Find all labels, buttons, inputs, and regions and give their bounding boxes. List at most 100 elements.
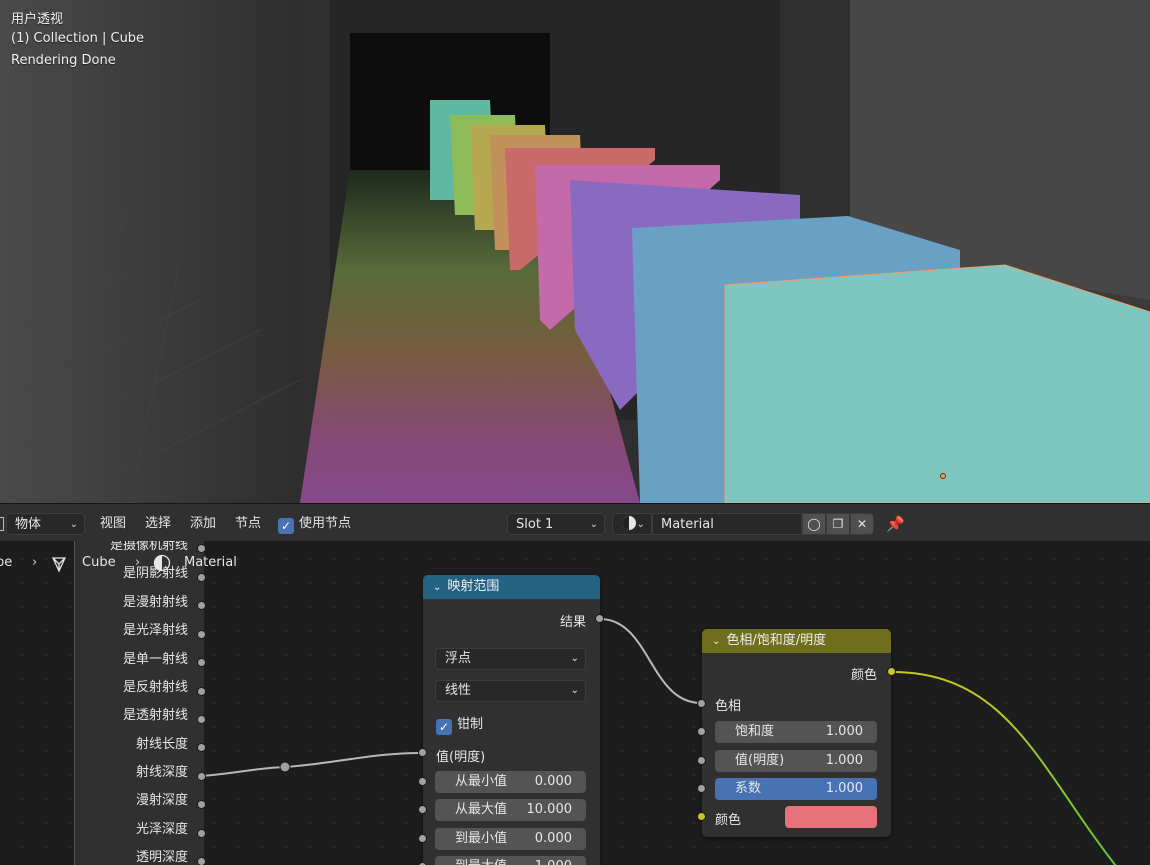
socket-transparent-depth[interactable]: [197, 857, 206, 865]
chevron-down-icon: ⌄: [570, 653, 579, 664]
collapse-chevron-icon[interactable]: ⌄: [712, 636, 720, 647]
socket-from-max-in[interactable]: [418, 805, 427, 814]
color-swatch[interactable]: [785, 806, 877, 828]
mesh-data-icon: [50, 555, 68, 577]
output-is-singular-ray: 是单一射线: [122, 652, 188, 667]
chevron-down-icon: ⌄: [570, 685, 579, 696]
link-ray-depth: [201, 766, 286, 777]
object-mode-dropdown[interactable]: 物体 ⌄: [6, 513, 85, 535]
menu-node[interactable]: 节点: [235, 513, 261, 535]
socket-saturation-in[interactable]: [697, 727, 706, 736]
menu-select[interactable]: 选择: [145, 513, 171, 535]
use-nodes-toggle[interactable]: ✓ 使用节点: [278, 513, 351, 535]
link-result-to-hue: [599, 618, 702, 704]
socket-is-diffuse-ray[interactable]: [197, 601, 206, 610]
map-range-node[interactable]: ⌄ 映射范围 结果 浮点 ⌄ 线性 ⌄ ✓ 钳制 值(明度) 从最小值 0.000 从最大…: [423, 575, 600, 865]
socket-from-min-in[interactable]: [418, 777, 427, 786]
output-is-reflection-ray: 是反射射线: [122, 680, 188, 695]
hsv-output-color: 颜色: [850, 668, 877, 683]
socket-to-min-in[interactable]: [418, 834, 427, 843]
menu-add[interactable]: 添加: [190, 513, 216, 535]
node-canvas[interactable]: pe › 是摄像机射线 是阴影射线 是漫射射线 是光泽射线 是单一射线 是反射射…: [0, 541, 1150, 865]
output-transparent-depth: 透明深度: [135, 850, 188, 865]
hsv-input-color-label: 颜色: [715, 813, 742, 828]
factor-value: 1.000: [825, 781, 863, 796]
socket-value-in[interactable]: [697, 756, 706, 765]
to-min-label: 到最小值: [455, 831, 508, 846]
material-name: Material: [661, 517, 714, 532]
output-is-glossy-ray: 是光泽射线: [122, 623, 188, 638]
map-range-header[interactable]: ⌄ 映射范围: [423, 575, 600, 599]
node-editor-header: 物体 ⌄ 视图 选择 添加 节点 ✓ 使用节点 Slot 1 ⌄ ⌄ Materi…: [0, 503, 1150, 541]
data-type-dropdown[interactable]: 浮点 ⌄: [435, 648, 586, 670]
check-icon[interactable]: ✓: [436, 719, 452, 735]
socket-color-out[interactable]: [887, 667, 896, 676]
map-range-title: 映射范围: [447, 579, 500, 594]
saturation-label: 饱和度: [735, 724, 775, 739]
hsv-node[interactable]: ⌄ 色相/饱和度/明度 颜色 色相 饱和度 1.000 值(明度) 1.000 系数 1…: [702, 629, 891, 837]
socket-is-shadow-ray[interactable]: [197, 573, 206, 582]
to-max-field[interactable]: 到最大值 1.000: [435, 856, 586, 865]
pin-icon[interactable]: 📌: [886, 513, 905, 535]
socket-ray-length[interactable]: [197, 743, 206, 752]
material-sphere-icon: [622, 516, 636, 530]
editor-type-icon[interactable]: [0, 517, 4, 531]
socket-is-camera-ray[interactable]: [197, 544, 206, 553]
hsv-title: 色相/饱和度/明度: [726, 633, 827, 648]
check-icon[interactable]: ✓: [278, 518, 294, 534]
saturation-value: 1.000: [825, 724, 863, 739]
value-field[interactable]: 值(明度) 1.000: [715, 750, 877, 772]
clamp-toggle[interactable]: ✓ 钳制: [436, 713, 483, 735]
viewport-scene: [0, 0, 1150, 503]
factor-field[interactable]: 系数 1.000: [715, 778, 877, 800]
socket-value-in[interactable]: [418, 748, 427, 757]
menu-view[interactable]: 视图: [100, 513, 126, 535]
breadcrumb-item-scene[interactable]: pe: [0, 555, 12, 570]
link-color-out: [891, 671, 1117, 865]
material-name-field[interactable]: Material: [652, 513, 802, 535]
from-min-field[interactable]: 从最小值 0.000: [435, 771, 586, 793]
socket-glossy-depth[interactable]: [197, 829, 206, 838]
socket-result-out[interactable]: [595, 614, 604, 623]
socket-ray-depth[interactable]: [197, 772, 206, 781]
chevron-down-icon: ⌄: [636, 519, 645, 530]
to-min-field[interactable]: 到最小值 0.000: [435, 828, 586, 850]
reroute-node[interactable]: [279, 761, 291, 773]
from-min-value: 0.000: [534, 774, 572, 789]
socket-is-singular-ray[interactable]: [197, 658, 206, 667]
breadcrumb-item-material[interactable]: Material: [184, 555, 237, 570]
view-name-label: 用户透视: [11, 12, 64, 27]
data-type-label: 浮点: [445, 651, 472, 666]
collection-label: (1) Collection | Cube: [11, 31, 145, 46]
socket-is-transmission-ray[interactable]: [197, 715, 206, 724]
light-path-node[interactable]: 是摄像机射线 是阴影射线 是漫射射线 是光泽射线 是单一射线 是反射射线 是透射…: [74, 541, 204, 865]
socket-factor-in[interactable]: [697, 784, 706, 793]
render-status-label: Rendering Done: [11, 53, 116, 68]
hsv-header[interactable]: ⌄ 色相/饱和度/明度: [702, 629, 891, 653]
interpolation-label: 线性: [445, 683, 472, 698]
slot-dropdown[interactable]: Slot 1 ⌄: [507, 513, 605, 535]
slot-label: Slot 1: [516, 517, 554, 532]
3d-viewport[interactable]: 用户透视 (1) Collection | Cube Rendering Don…: [0, 0, 1150, 503]
factor-label: 系数: [735, 781, 762, 796]
collapse-chevron-icon[interactable]: ⌄: [433, 582, 441, 593]
saturation-field[interactable]: 饱和度 1.000: [715, 721, 877, 743]
fake-user-shield-icon[interactable]: ◯: [802, 513, 826, 535]
to-max-label: 到最大值: [455, 856, 507, 865]
socket-is-glossy-ray[interactable]: [197, 630, 206, 639]
breadcrumb-item-cube[interactable]: Cube: [82, 555, 116, 570]
from-max-field[interactable]: 从最大值 10.000: [435, 799, 586, 821]
interpolation-dropdown[interactable]: 线性 ⌄: [435, 680, 586, 702]
material-browse-dropdown[interactable]: ⌄: [612, 513, 652, 535]
unlink-close-icon[interactable]: ✕: [850, 513, 874, 535]
hsv-input-hue: 色相: [715, 699, 742, 714]
socket-color-in[interactable]: [697, 812, 706, 821]
duplicate-material-icon[interactable]: ❐: [826, 513, 850, 535]
socket-is-reflection-ray[interactable]: [197, 687, 206, 696]
chevron-down-icon: ⌄: [589, 519, 598, 530]
value-value: 1.000: [825, 753, 863, 768]
chevron-right-icon: ›: [135, 555, 141, 570]
socket-diffuse-depth[interactable]: [197, 800, 206, 809]
chevron-right-icon: ›: [32, 555, 38, 570]
socket-hue-in[interactable]: [697, 699, 706, 708]
